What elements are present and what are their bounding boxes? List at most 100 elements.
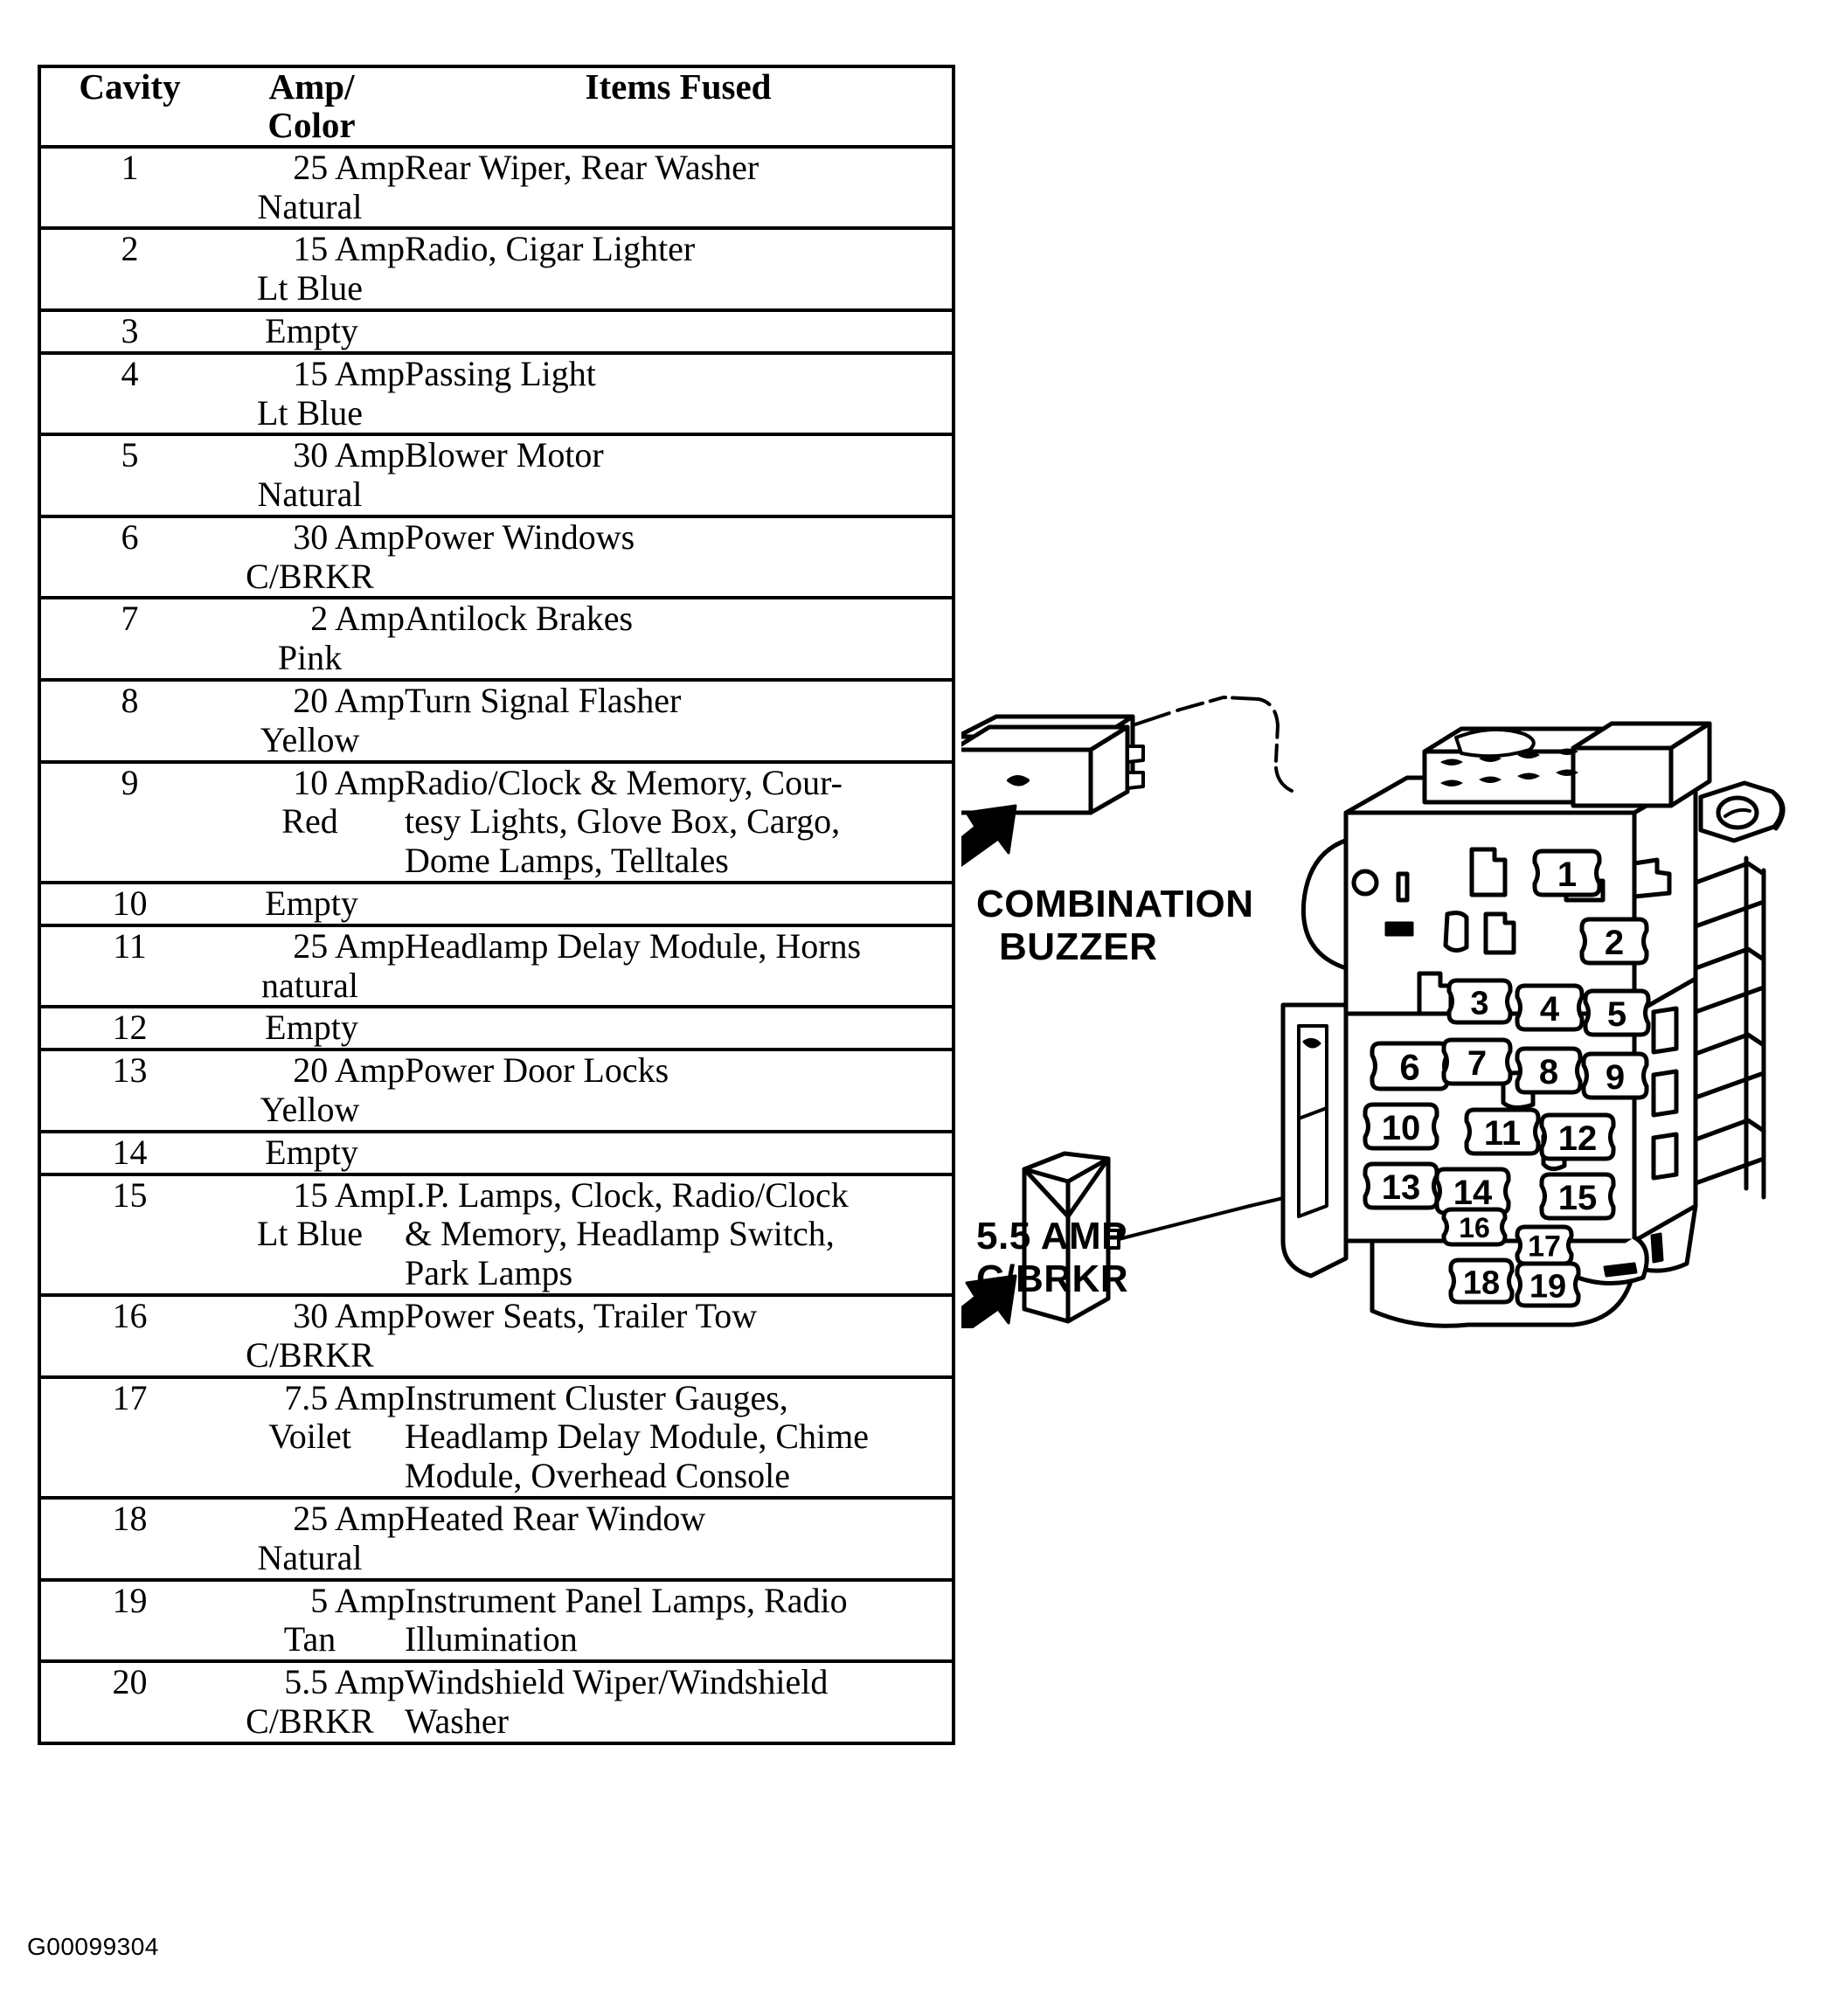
items-fused-line: & Memory, Headlamp Switch, (405, 1214, 835, 1254)
table-row: 18 25 Amp Natural Heated Rear Window (39, 1498, 954, 1582)
cell-amp-color: Empty (218, 1007, 405, 1052)
table-row: 20 5.5 Amp C/BRKR Windshield Wiper/Windshie… (39, 1661, 954, 1743)
cavity-number-label: 2 (1605, 924, 1624, 962)
cell-items-fused: Windshield Wiper/Windshield Washer (405, 1661, 954, 1743)
items-fused-line: Turn Signal Flasher (405, 681, 682, 721)
fuse-color: C/BRKR (246, 556, 374, 596)
cavity-number-label: 13 (1382, 1168, 1421, 1207)
cavity-slot-2: 2 (1579, 917, 1649, 966)
cell-amp-color: 7.5 Amp Voilet (218, 1376, 405, 1500)
buzzer-leader-line (1131, 696, 1293, 793)
cell-items-fused: Blower Motor (405, 434, 954, 518)
fuse-color: Lt Blue (256, 392, 364, 433)
cavity-number-label: 7 (1467, 1044, 1487, 1083)
cell-items-fused: Antilock Brakes (405, 598, 954, 682)
callout-cbrkr-line1: 5.5 AMP (976, 1215, 1128, 1257)
cavity-number-label: 18 (1463, 1264, 1500, 1301)
items-fused-line: I.P. Lamps, Clock, Radio/Clock (405, 1174, 849, 1215)
cavity-slot-11: 11 (1464, 1107, 1541, 1156)
cell-items-fused: I.P. Lamps, Clock, Radio/Clock & Memory, … (405, 1174, 954, 1298)
table-row: 3 Empty (39, 309, 954, 355)
cell-cavity-number: 20 (112, 1662, 148, 1702)
items-fused-line: Illumination (405, 1619, 578, 1659)
items-fused-line: tesy Lights, Glove Box, Cargo, (405, 801, 841, 842)
cell-items-fused: Rear Wiper, Rear Washer (405, 146, 954, 231)
cell-amp-color: 5.5 Amp C/BRKR (218, 1661, 405, 1743)
callout-cbrkr-line2: C/BRKR (976, 1257, 1129, 1301)
cavity-slot-15: 15 (1539, 1172, 1616, 1221)
items-fused-line: Windshield Wiper/Windshield (405, 1662, 829, 1702)
cell-cavity-number: 1 (39, 146, 218, 231)
cell-items-fused: Power Door Locks (405, 1050, 954, 1133)
cavity-slot-4: 4 (1515, 983, 1585, 1032)
cell-amp-color: Empty (218, 883, 405, 927)
table-row: 13 20 Amp Yellow Power Door Locks (39, 1050, 954, 1133)
cavity-number-label: 3 (1470, 985, 1488, 1022)
items-fused-line: Park Lamps (405, 1253, 573, 1293)
cell-amp-color: 15 Amp Lt Blue (218, 352, 405, 437)
table-row: 4 15 Amp Lt Blue Passing Light (39, 352, 954, 437)
items-fused-line: Blower Motor (405, 435, 604, 475)
fuse-color: Voilet (268, 1417, 351, 1457)
fuse-color: Tan (283, 1619, 336, 1659)
amp-rating: 20 Amp (293, 681, 405, 721)
cell-cavity-number: 12 (39, 1007, 218, 1052)
table-header-row: Cavity Amp/ Color Items Fused (39, 66, 954, 149)
figure-id-code: G00099304 (27, 1933, 159, 1960)
items-fused-line: Radio/Clock & Memory, Cour- (405, 762, 843, 802)
cell-amp-color: 20 Amp Yellow (218, 680, 405, 764)
fuse-color: Natural (257, 186, 363, 226)
fuse-color: Yellow (260, 1090, 360, 1130)
amp-rating: 15 Amp (293, 353, 405, 393)
cell-cavity-number: 16 (39, 1295, 218, 1379)
cell-cavity-number: 19 (39, 1579, 218, 1664)
fuse-color: C/BRKR (246, 1701, 374, 1741)
cavity-slot-5: 5 (1583, 988, 1651, 1037)
cavity-slot-9: 9 (1581, 1051, 1649, 1100)
cell-cavity-number: 6 (39, 516, 218, 600)
amp-rating: 20 Amp (293, 1050, 405, 1091)
cell-items-fused: Instrument Panel Lamps, Radio Illuminatio… (405, 1579, 954, 1664)
cell-cavity-number: 10 (39, 883, 218, 927)
fuse-color: natural (260, 965, 359, 1005)
table-row: 10 Empty (39, 883, 954, 927)
amp-rating: 7.5 Amp (284, 1377, 405, 1417)
items-fused-line: Instrument Panel Lamps, Radio (405, 1580, 848, 1620)
table-row: 6 30 Amp C/BRKR Power Windows (39, 516, 954, 600)
cavity-slot-13: 13 (1363, 1161, 1439, 1210)
amp-rating: 30 Amp (293, 435, 405, 475)
items-fused-line: Passing Light (405, 353, 596, 393)
fuse-chart-table: Cavity Amp/ Color Items Fused 1 25 Amp Nat… (38, 65, 955, 1745)
table-row: 17 7.5 Amp Voilet Instrument Cluster Gauges… (39, 1376, 954, 1500)
table-row: 15 15 Amp Lt Blue I.P. Lamps, Clock, Radio/… (39, 1174, 954, 1298)
cell-cavity-number: 8 (39, 680, 218, 764)
cavity-number-label: 11 (1484, 1114, 1521, 1153)
items-fused-line: Power Seats, Trailer Tow (405, 1296, 758, 1336)
amp-rating: 25 Amp (293, 147, 405, 187)
cavity-number-label: 8 (1539, 1053, 1558, 1091)
cavity-number-label: 6 (1399, 1047, 1419, 1088)
cell-amp-color: 25 Amp Natural (218, 146, 405, 231)
cavity-number-label: 17 (1528, 1230, 1561, 1264)
cell-items-fused: Instrument Cluster Gauges, Headlamp Delay… (405, 1376, 954, 1500)
fuse-color: Natural (257, 1537, 363, 1577)
cell-cavity-number: 5 (39, 434, 218, 518)
fuse-color: Red (281, 801, 338, 842)
cavity-slot-19: 19 (1515, 1261, 1581, 1308)
items-fused-line: Rear Wiper, Rear Washer (405, 147, 759, 187)
cavity-slot-1: 1 (1532, 849, 1602, 897)
cavity-number-label: 15 (1558, 1179, 1598, 1217)
cavity-slot-6: 6 (1370, 1041, 1450, 1091)
cell-amp-color: 5 Amp Tan (218, 1579, 405, 1664)
cell-items-fused: Radio, Cigar Lighter (405, 228, 954, 312)
cell-cavity-number: 14 (39, 1131, 218, 1176)
cavity-number-label: 19 (1529, 1268, 1566, 1305)
cell-amp-color: 10 Amp Red (218, 761, 405, 885)
cell-amp-color: 30 Amp C/BRKR (218, 1295, 405, 1379)
cell-cavity-number: 17 (39, 1376, 218, 1500)
cavity-slot-8: 8 (1515, 1046, 1583, 1095)
column-header-cavity: Cavity (39, 66, 218, 149)
items-fused-line: Antilock Brakes (405, 599, 634, 639)
items-fused-line: Washer (405, 1701, 509, 1741)
amp-rating: 2 Amp (310, 599, 405, 639)
